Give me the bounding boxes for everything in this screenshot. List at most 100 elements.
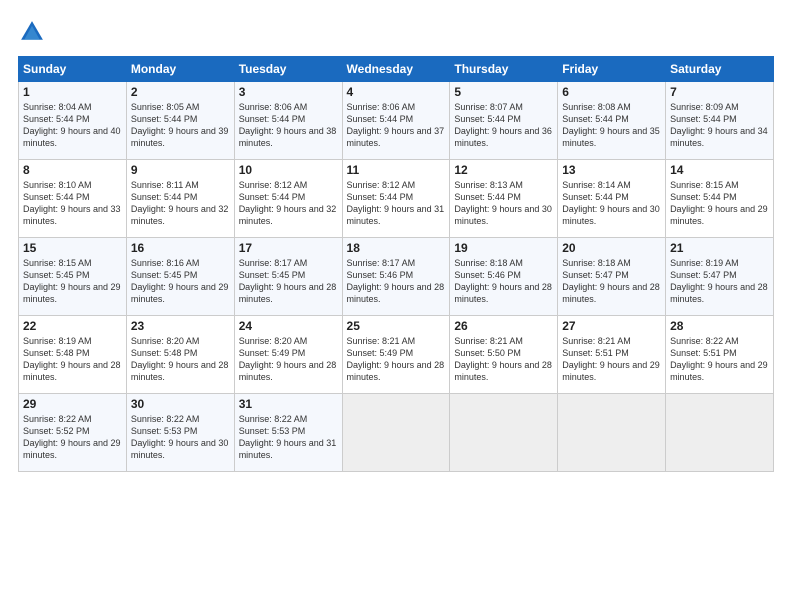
day-cell: 30 Sunrise: 8:22 AMSunset: 5:53 PMDayligh… bbox=[126, 394, 234, 472]
day-number: 29 bbox=[23, 397, 122, 411]
header bbox=[18, 18, 774, 46]
day-number: 28 bbox=[670, 319, 769, 333]
day-info: Sunrise: 8:19 AMSunset: 5:47 PMDaylight:… bbox=[670, 257, 769, 306]
day-info: Sunrise: 8:07 AMSunset: 5:44 PMDaylight:… bbox=[454, 101, 553, 150]
day-info: Sunrise: 8:09 AMSunset: 5:44 PMDaylight:… bbox=[670, 101, 769, 150]
day-number: 26 bbox=[454, 319, 553, 333]
day-info: Sunrise: 8:16 AMSunset: 5:45 PMDaylight:… bbox=[131, 257, 230, 306]
day-info: Sunrise: 8:17 AMSunset: 5:45 PMDaylight:… bbox=[239, 257, 338, 306]
day-cell: 19 Sunrise: 8:18 AMSunset: 5:46 PMDayligh… bbox=[450, 238, 558, 316]
day-number: 2 bbox=[131, 85, 230, 99]
day-cell: 23 Sunrise: 8:20 AMSunset: 5:48 PMDayligh… bbox=[126, 316, 234, 394]
day-cell: 5 Sunrise: 8:07 AMSunset: 5:44 PMDaylight… bbox=[450, 82, 558, 160]
day-info: Sunrise: 8:13 AMSunset: 5:44 PMDaylight:… bbox=[454, 179, 553, 228]
day-number: 3 bbox=[239, 85, 338, 99]
day-number: 11 bbox=[347, 163, 446, 177]
day-cell: 20 Sunrise: 8:18 AMSunset: 5:47 PMDayligh… bbox=[558, 238, 666, 316]
day-info: Sunrise: 8:06 AMSunset: 5:44 PMDaylight:… bbox=[239, 101, 338, 150]
day-number: 7 bbox=[670, 85, 769, 99]
day-cell bbox=[558, 394, 666, 472]
day-info: Sunrise: 8:21 AMSunset: 5:51 PMDaylight:… bbox=[562, 335, 661, 384]
day-info: Sunrise: 8:18 AMSunset: 5:47 PMDaylight:… bbox=[562, 257, 661, 306]
day-cell: 2 Sunrise: 8:05 AMSunset: 5:44 PMDaylight… bbox=[126, 82, 234, 160]
day-info: Sunrise: 8:22 AMSunset: 5:53 PMDaylight:… bbox=[239, 413, 338, 462]
week-row-2: 8 Sunrise: 8:10 AMSunset: 5:44 PMDaylight… bbox=[19, 160, 774, 238]
day-info: Sunrise: 8:20 AMSunset: 5:48 PMDaylight:… bbox=[131, 335, 230, 384]
day-info: Sunrise: 8:20 AMSunset: 5:49 PMDaylight:… bbox=[239, 335, 338, 384]
week-row-5: 29Sunrise: 8:22 AMSunset: 5:52 PMDayligh… bbox=[19, 394, 774, 472]
day-info: Sunrise: 8:15 AMSunset: 5:44 PMDaylight:… bbox=[670, 179, 769, 228]
day-number: 20 bbox=[562, 241, 661, 255]
day-number: 13 bbox=[562, 163, 661, 177]
day-number: 31 bbox=[239, 397, 338, 411]
day-info: Sunrise: 8:21 AMSunset: 5:50 PMDaylight:… bbox=[454, 335, 553, 384]
day-info: Sunrise: 8:06 AMSunset: 5:44 PMDaylight:… bbox=[347, 101, 446, 150]
day-number: 23 bbox=[131, 319, 230, 333]
day-number: 19 bbox=[454, 241, 553, 255]
day-number: 25 bbox=[347, 319, 446, 333]
day-info: Sunrise: 8:05 AMSunset: 5:44 PMDaylight:… bbox=[131, 101, 230, 150]
week-row-1: 1Sunrise: 8:04 AMSunset: 5:44 PMDaylight… bbox=[19, 82, 774, 160]
day-info: Sunrise: 8:12 AMSunset: 5:44 PMDaylight:… bbox=[347, 179, 446, 228]
day-number: 21 bbox=[670, 241, 769, 255]
day-info: Sunrise: 8:08 AMSunset: 5:44 PMDaylight:… bbox=[562, 101, 661, 150]
week-row-3: 15 Sunrise: 8:15 AMSunset: 5:45 PMDayligh… bbox=[19, 238, 774, 316]
day-number: 22 bbox=[23, 319, 122, 333]
day-info: Sunrise: 8:12 AMSunset: 5:44 PMDaylight:… bbox=[239, 179, 338, 228]
day-cell: 6 Sunrise: 8:08 AMSunset: 5:44 PMDaylight… bbox=[558, 82, 666, 160]
day-number: 17 bbox=[239, 241, 338, 255]
day-cell: 11 Sunrise: 8:12 AMSunset: 5:44 PMDayligh… bbox=[342, 160, 450, 238]
day-info: Sunrise: 8:17 AMSunset: 5:46 PMDaylight:… bbox=[347, 257, 446, 306]
day-cell: 8 Sunrise: 8:10 AMSunset: 5:44 PMDaylight… bbox=[19, 160, 127, 238]
day-info: Sunrise: 8:22 AMSunset: 5:51 PMDaylight:… bbox=[670, 335, 769, 384]
day-cell: 28 Sunrise: 8:22 AMSunset: 5:51 PMDayligh… bbox=[666, 316, 774, 394]
day-number: 4 bbox=[347, 85, 446, 99]
day-info: Sunrise: 8:22 AMSunset: 5:53 PMDaylight:… bbox=[131, 413, 230, 462]
day-cell: 24 Sunrise: 8:20 AMSunset: 5:49 PMDayligh… bbox=[234, 316, 342, 394]
header-row: SundayMondayTuesdayWednesdayThursdayFrid… bbox=[19, 57, 774, 82]
day-number: 16 bbox=[131, 241, 230, 255]
col-header-thursday: Thursday bbox=[450, 57, 558, 82]
page: SundayMondayTuesdayWednesdayThursdayFrid… bbox=[0, 0, 792, 612]
day-number: 12 bbox=[454, 163, 553, 177]
day-cell: 1Sunrise: 8:04 AMSunset: 5:44 PMDaylight… bbox=[19, 82, 127, 160]
day-info: Sunrise: 8:15 AMSunset: 5:45 PMDaylight:… bbox=[23, 257, 122, 306]
day-cell: 26 Sunrise: 8:21 AMSunset: 5:50 PMDayligh… bbox=[450, 316, 558, 394]
day-cell: 17 Sunrise: 8:17 AMSunset: 5:45 PMDayligh… bbox=[234, 238, 342, 316]
day-cell: 9 Sunrise: 8:11 AMSunset: 5:44 PMDaylight… bbox=[126, 160, 234, 238]
day-cell: 4 Sunrise: 8:06 AMSunset: 5:44 PMDaylight… bbox=[342, 82, 450, 160]
calendar-table: SundayMondayTuesdayWednesdayThursdayFrid… bbox=[18, 56, 774, 472]
day-cell: 15 Sunrise: 8:15 AMSunset: 5:45 PMDayligh… bbox=[19, 238, 127, 316]
day-cell: 18 Sunrise: 8:17 AMSunset: 5:46 PMDayligh… bbox=[342, 238, 450, 316]
day-cell: 13Sunrise: 8:14 AMSunset: 5:44 PMDayligh… bbox=[558, 160, 666, 238]
logo-icon bbox=[18, 18, 46, 46]
day-info: Sunrise: 8:11 AMSunset: 5:44 PMDaylight:… bbox=[131, 179, 230, 228]
day-number: 9 bbox=[131, 163, 230, 177]
week-row-4: 22Sunrise: 8:19 AMSunset: 5:48 PMDayligh… bbox=[19, 316, 774, 394]
day-cell: 14 Sunrise: 8:15 AMSunset: 5:44 PMDayligh… bbox=[666, 160, 774, 238]
day-info: Sunrise: 8:10 AMSunset: 5:44 PMDaylight:… bbox=[23, 179, 122, 228]
day-cell: 7 Sunrise: 8:09 AMSunset: 5:44 PMDaylight… bbox=[666, 82, 774, 160]
day-cell: 29Sunrise: 8:22 AMSunset: 5:52 PMDayligh… bbox=[19, 394, 127, 472]
day-cell: 3 Sunrise: 8:06 AMSunset: 5:44 PMDaylight… bbox=[234, 82, 342, 160]
day-info: Sunrise: 8:21 AMSunset: 5:49 PMDaylight:… bbox=[347, 335, 446, 384]
day-number: 10 bbox=[239, 163, 338, 177]
day-number: 18 bbox=[347, 241, 446, 255]
day-cell: 10 Sunrise: 8:12 AMSunset: 5:44 PMDayligh… bbox=[234, 160, 342, 238]
day-number: 14 bbox=[670, 163, 769, 177]
day-number: 5 bbox=[454, 85, 553, 99]
day-number: 1 bbox=[23, 85, 122, 99]
day-cell: 16 Sunrise: 8:16 AMSunset: 5:45 PMDayligh… bbox=[126, 238, 234, 316]
day-number: 24 bbox=[239, 319, 338, 333]
day-number: 15 bbox=[23, 241, 122, 255]
day-info: Sunrise: 8:18 AMSunset: 5:46 PMDaylight:… bbox=[454, 257, 553, 306]
day-number: 8 bbox=[23, 163, 122, 177]
day-number: 30 bbox=[131, 397, 230, 411]
day-cell bbox=[450, 394, 558, 472]
col-header-sunday: Sunday bbox=[19, 57, 127, 82]
day-number: 6 bbox=[562, 85, 661, 99]
col-header-monday: Monday bbox=[126, 57, 234, 82]
col-header-friday: Friday bbox=[558, 57, 666, 82]
day-cell: 31 Sunrise: 8:22 AMSunset: 5:53 PMDayligh… bbox=[234, 394, 342, 472]
day-cell: 27Sunrise: 8:21 AMSunset: 5:51 PMDayligh… bbox=[558, 316, 666, 394]
